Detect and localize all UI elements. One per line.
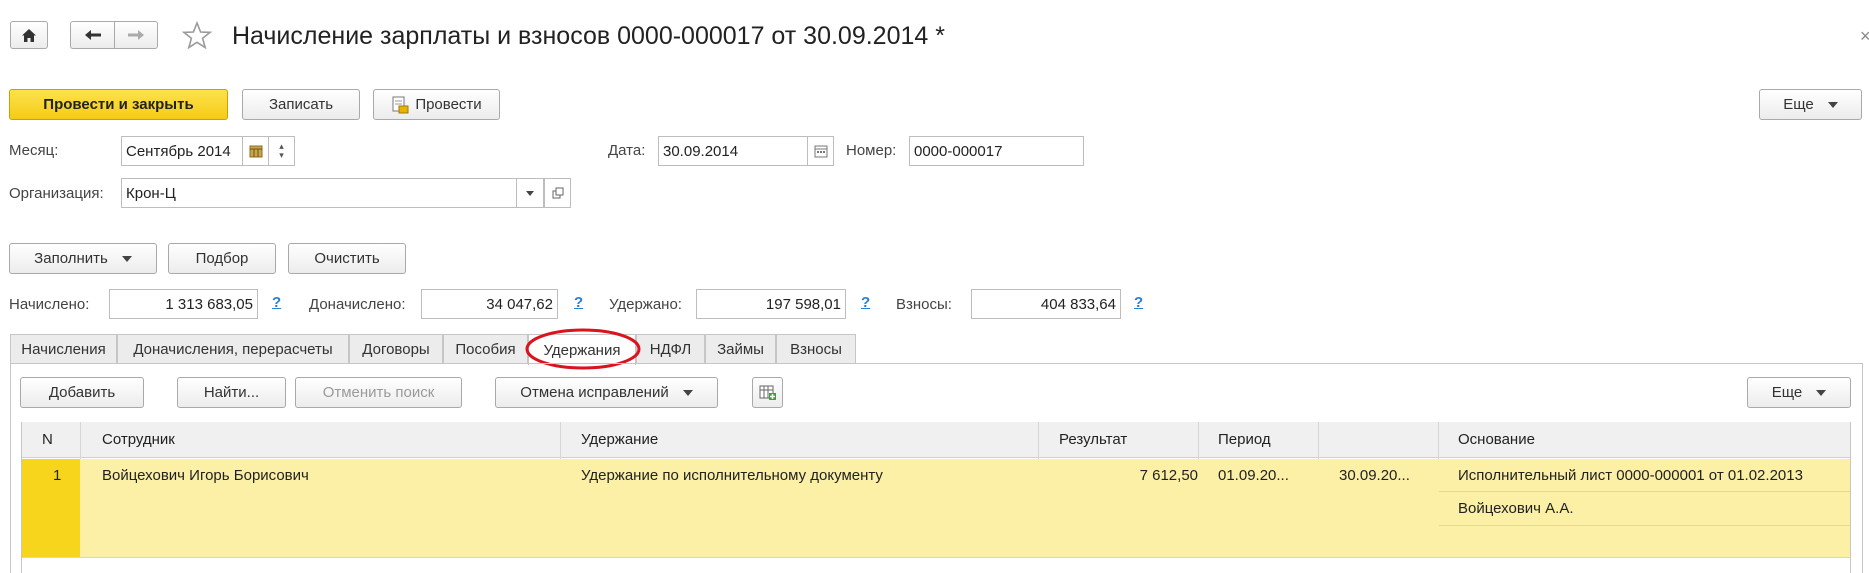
calendar-icon [814,145,827,157]
chevron-down-icon [121,255,132,262]
organization-open-button[interactable] [544,178,571,208]
column-header-employee[interactable]: Сотрудник [102,431,175,448]
cancel-corrections-label: Отмена исправлений [520,384,669,401]
date-label: Дата: [608,142,646,159]
post-document-icon [392,96,409,113]
number-field[interactable]: 0000-000017 [909,136,1084,166]
home-icon [22,28,36,42]
tab-loans[interactable]: Займы [705,334,776,364]
column-header-n[interactable]: N [42,431,53,448]
accrued-label: Начислено: [9,296,90,313]
add-column-button[interactable] [752,377,783,408]
page-title: Начисление зарплаты и взносов 0000-00001… [232,22,945,50]
extra-accrued-field[interactable]: 34 047,62 [421,289,558,319]
month-label: Месяц: [9,142,59,159]
open-link-icon [552,187,563,199]
month-field[interactable]: Сентябрь 2014 [121,136,243,166]
post-button-label: Провести [415,96,482,113]
tab-benefits[interactable]: Пособия [443,334,528,364]
result-cell[interactable]: 7 612,50 [1112,467,1198,484]
column-header-period[interactable]: Период [1218,431,1271,448]
save-button[interactable]: Записать [242,89,360,120]
cancel-search-button[interactable]: Отменить поиск [295,377,462,408]
forward-button[interactable] [114,21,158,49]
tab-ndfl[interactable]: НДФЛ [636,334,705,364]
add-button[interactable]: Добавить [20,377,144,408]
more-button-label: Еще [1783,96,1814,113]
basis-person-cell[interactable]: Войцехович А.А. [1458,500,1574,517]
chevron-down-icon [682,389,693,396]
withheld-label: Удержано: [609,296,682,313]
tab-accruals[interactable]: Начисления [10,334,117,364]
table-header: N Сотрудник Удержание Результат Период О… [22,422,1850,458]
column-header-basis[interactable]: Основание [1458,431,1535,448]
arrow-left-icon [84,30,101,40]
organization-label: Организация: [9,185,104,202]
spin-down-icon[interactable]: ▾ [279,151,284,160]
deduction-cell[interactable]: Удержание по исполнительному документу [581,467,883,484]
fill-button[interactable]: Заполнить [9,243,157,274]
back-button[interactable] [70,21,114,49]
post-and-close-button[interactable]: Провести и закрыть [9,89,228,120]
column-header-deduction[interactable]: Удержание [581,431,658,448]
organization-field[interactable]: Крон-Ц [121,178,517,208]
accrued-help-link[interactable]: ? [272,294,281,311]
home-button[interactable] [10,21,48,49]
contributions-help-link[interactable]: ? [1134,294,1143,311]
period-end-cell[interactable]: 30.09.20... [1339,467,1410,484]
row-number: 1 [53,467,62,484]
fill-button-label: Заполнить [34,250,108,267]
tab-contributions[interactable]: Взносы [776,334,856,364]
accrued-field[interactable]: 1 313 683,05 [109,289,258,319]
more-button[interactable]: Еще [1759,89,1862,120]
table-more-button[interactable]: Еще [1747,377,1851,408]
organization-dropdown-button[interactable] [517,178,544,208]
table-row[interactable]: 1 Войцехович Игорь Борисович Удержание п… [22,459,1850,557]
cancel-corrections-button[interactable]: Отмена исправлений [495,377,718,408]
extra-accrued-help-link[interactable]: ? [574,294,583,311]
basis-divider [1439,525,1850,526]
month-spinner[interactable]: ▴ ▾ [269,136,295,166]
table-add-icon [759,385,776,400]
tab-contracts[interactable]: Договоры [349,334,443,364]
date-field[interactable]: 30.09.2014 [658,136,808,166]
contributions-label: Взносы: [896,296,952,313]
extra-accrued-label: Доначислено: [309,296,406,313]
period-start-cell[interactable]: 01.09.20... [1218,467,1289,484]
chevron-down-icon [1827,101,1838,108]
date-calendar-button[interactable] [808,136,834,166]
calendar-icon [249,145,262,158]
basis-cell[interactable]: Исполнительный лист 0000-000001 от 01.02… [1458,467,1803,484]
clear-button[interactable]: Очистить [288,243,406,274]
find-button[interactable]: Найти... [177,377,286,408]
basis-divider [1439,491,1850,492]
withheld-field[interactable]: 197 598,01 [696,289,846,319]
arrow-right-icon [128,30,144,40]
post-button[interactable]: Провести [373,89,500,120]
chevron-down-icon [1816,389,1827,396]
number-label: Номер: [846,142,897,159]
column-header-result[interactable]: Результат [1059,431,1127,448]
close-window-icon[interactable]: × [1860,26,1869,47]
table-more-label: Еще [1771,384,1803,401]
chevron-down-icon [526,190,534,196]
row-number-cell [22,459,80,557]
month-calendar-button[interactable] [243,136,269,166]
employee-cell[interactable]: Войцехович Игорь Борисович [102,467,309,484]
contributions-field[interactable]: 404 833,64 [971,289,1121,319]
table-row-divider [22,557,1850,558]
tab-recalculations[interactable]: Доначисления, перерасчеты [117,334,349,364]
withheld-help-link[interactable]: ? [861,294,870,311]
favorite-star-icon[interactable] [182,21,212,51]
select-button[interactable]: Подбор [168,243,276,274]
